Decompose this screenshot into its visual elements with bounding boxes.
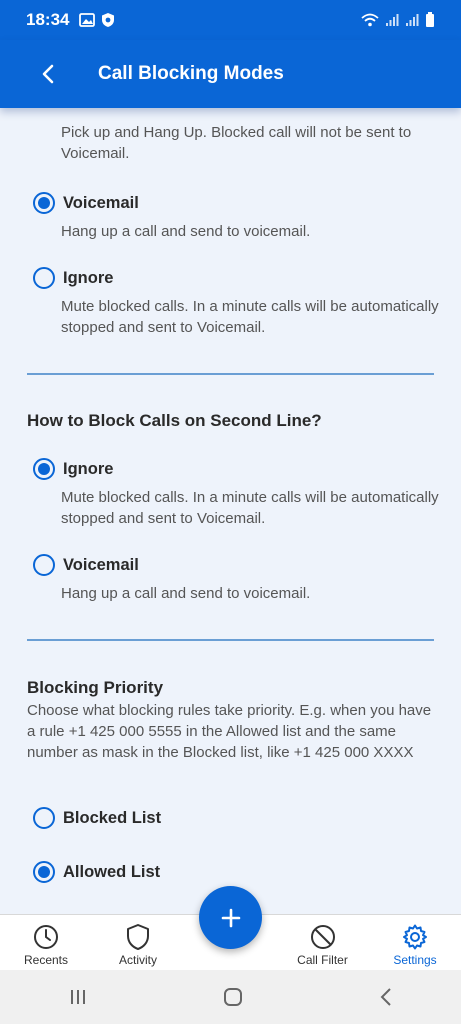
back-button[interactable] xyxy=(18,40,78,108)
system-nav-bar xyxy=(0,970,461,1024)
radio-button[interactable] xyxy=(33,807,55,829)
divider xyxy=(27,639,434,641)
back-nav-icon[interactable] xyxy=(379,987,393,1007)
option-description: Hang up a call and send to voicemail. xyxy=(61,223,311,240)
shield-icon xyxy=(127,924,149,950)
recent-apps-icon[interactable] xyxy=(68,988,88,1006)
gallery-icon xyxy=(79,13,96,27)
battery-icon xyxy=(426,12,434,27)
section-heading-second-line: How to Block Calls on Second Line? xyxy=(27,411,322,430)
radio-voicemail-second-line[interactable]: Voicemail xyxy=(33,552,139,578)
nav-settings[interactable]: Settings xyxy=(374,915,456,971)
priority-description: Choose what blocking rules take priority… xyxy=(27,702,432,761)
signal-icon-2 xyxy=(406,14,419,26)
radio-button[interactable] xyxy=(33,458,55,480)
status-time: 18:34 xyxy=(26,10,70,29)
settings-content[interactable]: Pick up and Hang Up. Blocked call will n… xyxy=(0,108,461,914)
radio-button[interactable] xyxy=(33,192,55,214)
signal-icon xyxy=(386,14,399,26)
block-icon xyxy=(310,925,335,949)
section-heading-priority: Blocking Priority xyxy=(27,678,164,697)
shield-status-icon xyxy=(102,13,115,27)
option-description: Mute blocked calls. In a minute calls wi… xyxy=(61,298,439,336)
nav-call-filter[interactable]: Call Filter xyxy=(280,915,365,971)
option-description-cut: Pick up and Hang Up. Blocked call will n… xyxy=(61,124,412,162)
add-button[interactable] xyxy=(199,886,262,949)
nav-activity[interactable]: Activity xyxy=(98,915,178,971)
page-title: Call Blocking Modes xyxy=(98,63,284,84)
nav-recents[interactable]: Recents xyxy=(6,915,86,971)
plus-icon xyxy=(221,908,240,927)
status-bar: 18:34 xyxy=(0,0,461,40)
radio-blocked-list[interactable]: Blocked List xyxy=(33,805,161,831)
radio-ignore-first-line[interactable]: Ignore xyxy=(33,265,113,291)
gear-icon xyxy=(403,924,427,950)
app-bar: Call Blocking Modes xyxy=(0,40,461,108)
option-description: Mute blocked calls. In a minute calls wi… xyxy=(61,489,439,527)
radio-ignore-second-line[interactable]: Ignore xyxy=(33,456,113,482)
clock-icon xyxy=(34,925,58,949)
radio-button[interactable] xyxy=(33,267,55,289)
radio-button[interactable] xyxy=(33,554,55,576)
chevron-left-icon xyxy=(42,64,54,84)
radio-voicemail-first-line[interactable]: Voicemail xyxy=(33,190,139,216)
wifi-icon xyxy=(361,13,379,27)
home-icon[interactable] xyxy=(223,987,243,1007)
divider xyxy=(27,373,434,375)
option-description: Hang up a call and send to voicemail. xyxy=(61,585,311,602)
radio-allowed-list[interactable]: Allowed List xyxy=(33,859,160,885)
radio-button[interactable] xyxy=(33,861,55,883)
